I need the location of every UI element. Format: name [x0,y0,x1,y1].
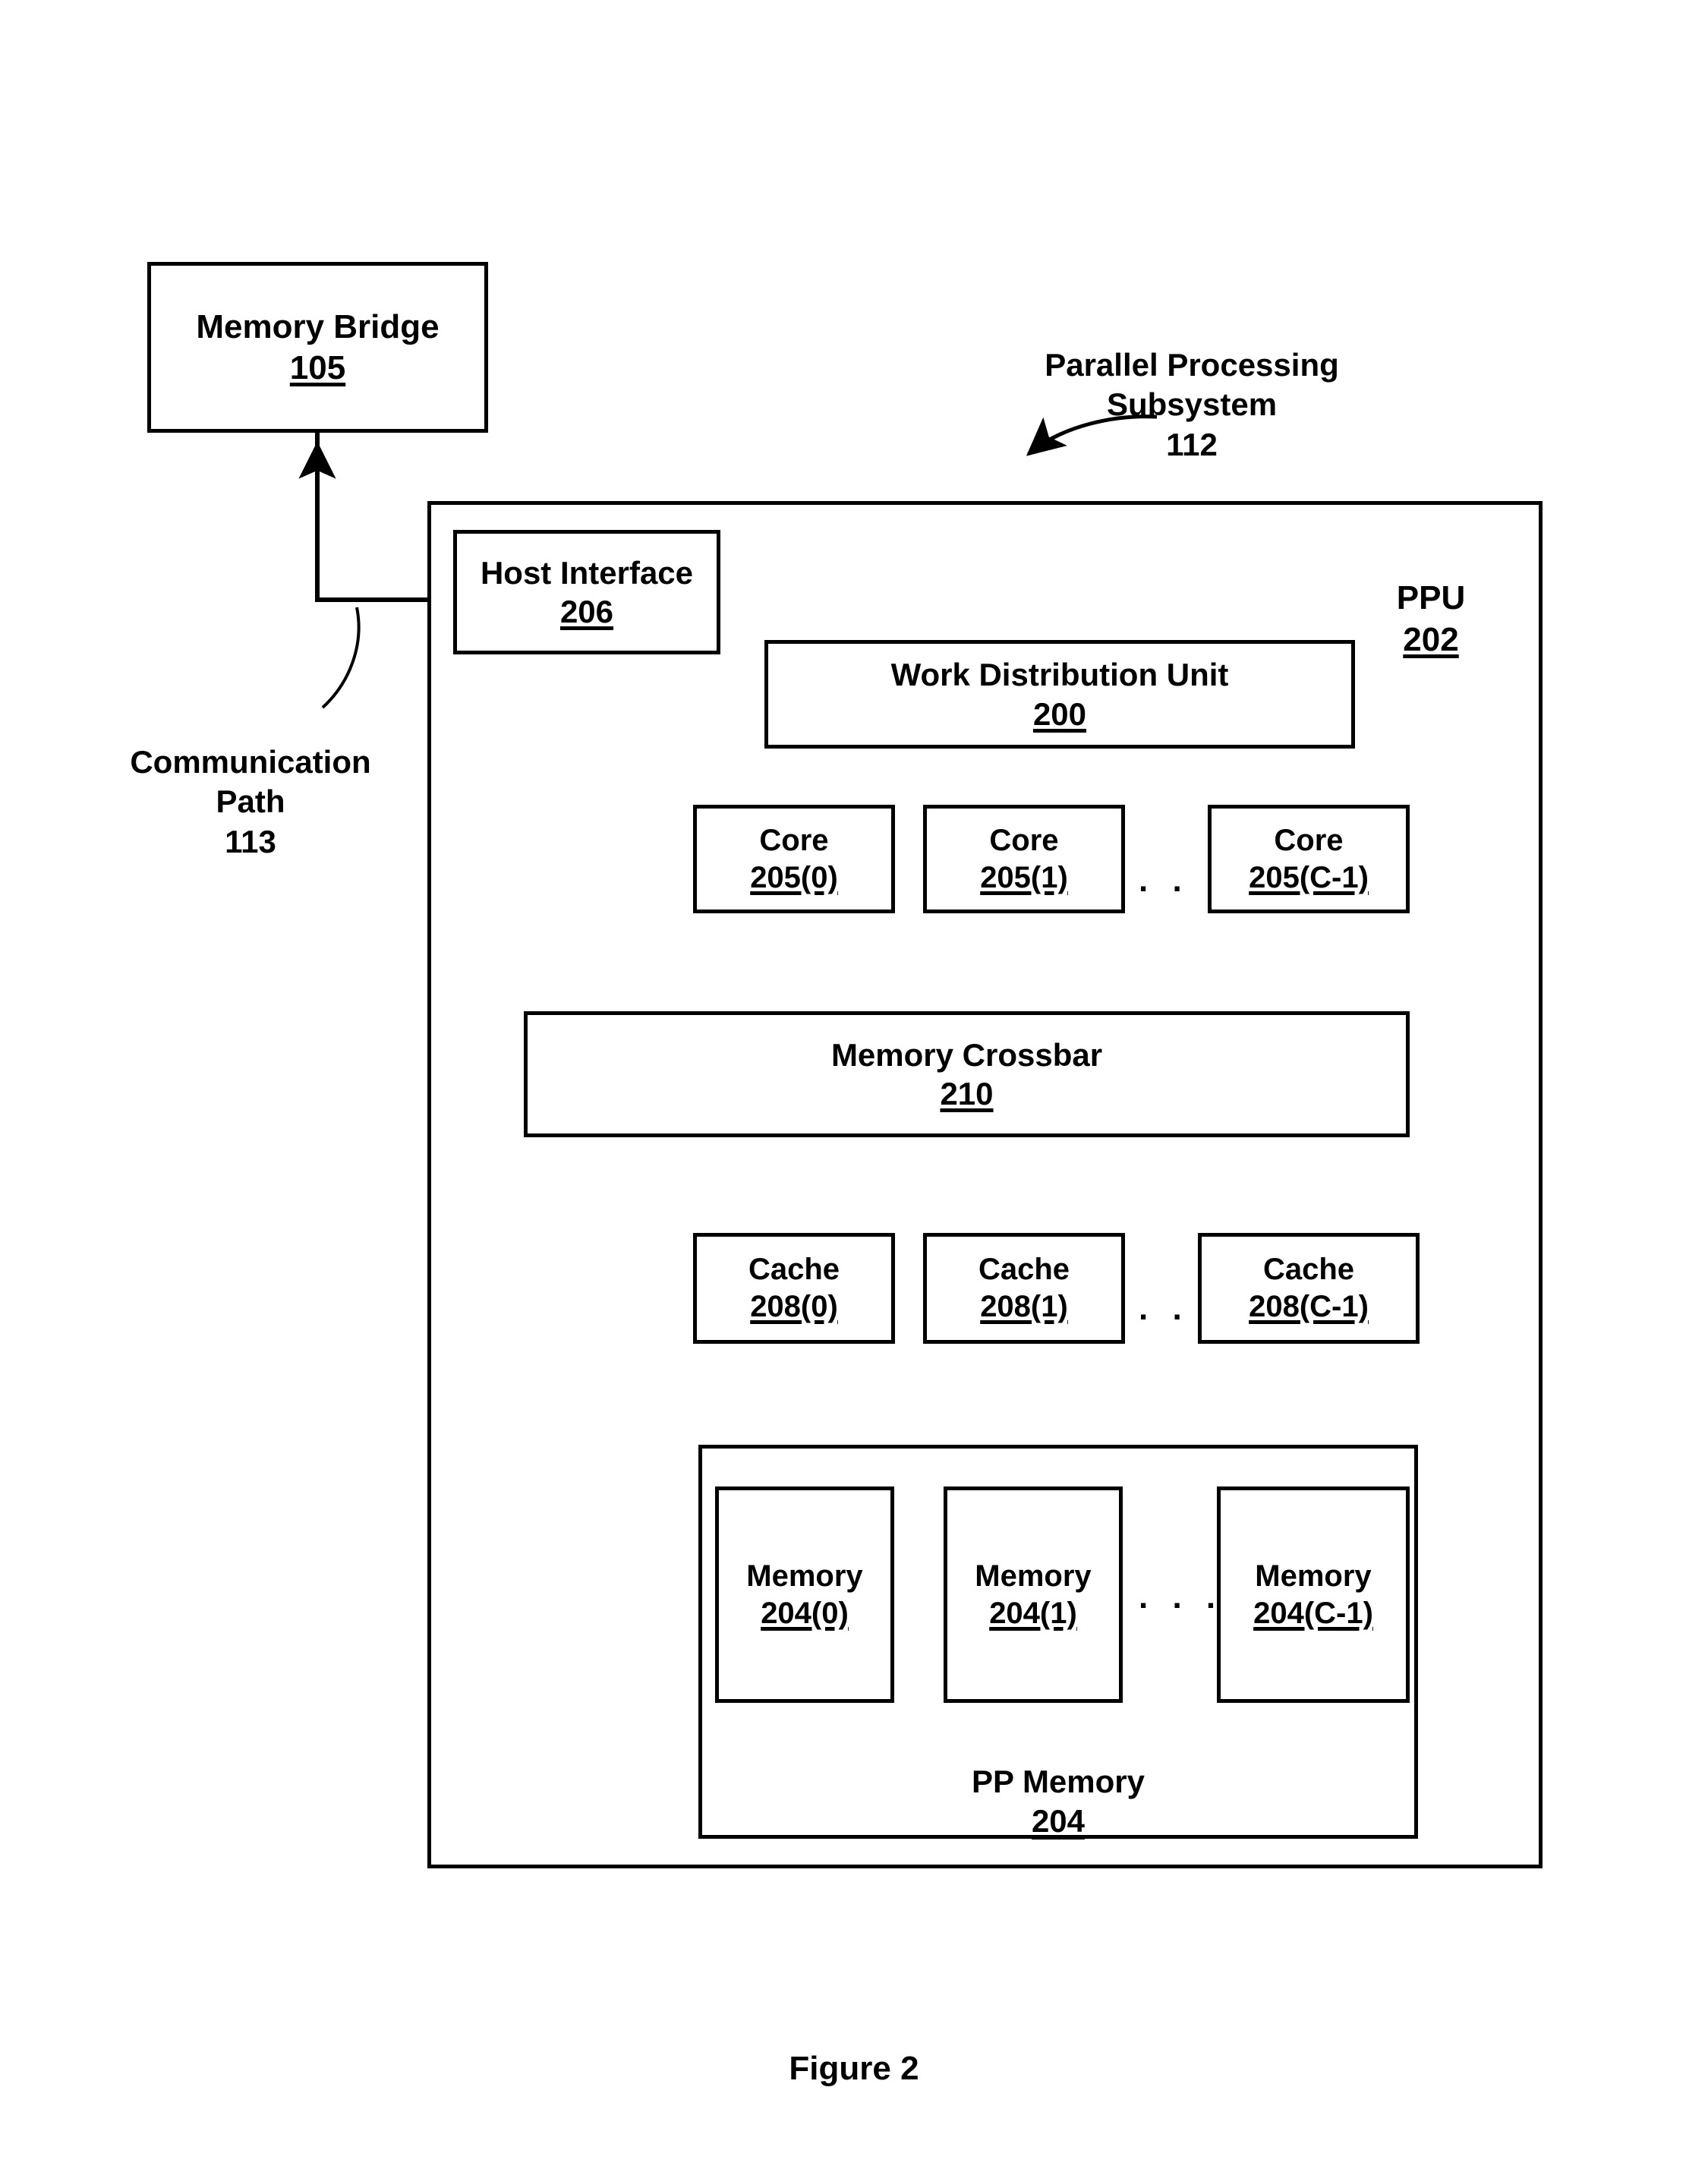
memory-0-number: 204(0) [761,1596,849,1630]
memory-bridge-title: Memory Bridge [196,307,440,345]
memory-0-title: Memory [746,1559,863,1593]
cache-last-title: Cache [1262,1253,1355,1287]
wdu-number: 200 [1032,695,1087,732]
memory-bridge-number: 105 [289,348,346,386]
core-block-0[interactable]: Core 205(0) [693,805,895,913]
patent-figure-page: Memory Bridge 105 Parallel Processing Su… [0,0,1708,2169]
pp-memory-title: PP Memory [972,1763,1145,1799]
memory-last-number: 204(C-1) [1253,1596,1373,1630]
cache-1-number: 208(1) [980,1290,1068,1323]
core-last-number: 205(C-1) [1249,860,1369,894]
memory-1-title: Memory [975,1559,1092,1593]
host-interface-title: Host Interface [480,554,694,591]
cache-block-0[interactable]: Cache 208(0) [693,1233,895,1344]
memory-block-last[interactable]: Memory 204(C-1) [1217,1486,1410,1703]
pps-label-line1: Parallel Processing [1045,346,1339,383]
pp-memory-label: PP Memory 204 [906,1722,1210,1842]
communication-path-label: Communication Path 113 [106,702,395,862]
memory-last-title: Memory [1255,1559,1372,1593]
communication-path-line1: Communication [130,743,371,780]
cache-0-number: 208(0) [750,1290,838,1323]
core-block-last[interactable]: Core 205(C-1) [1208,805,1410,913]
core-0-title: Core [759,823,829,857]
cache-1-title: Cache [978,1253,1070,1287]
host-interface-number: 206 [559,594,614,629]
pps-label-number: 112 [1166,426,1218,462]
pps-label-line2: Subsystem [1106,386,1278,422]
communication-path-line2: Path [216,783,285,819]
work-distribution-unit-block[interactable]: Work Distribution Unit 200 [764,640,1355,749]
memory-bridge-block[interactable]: Memory Bridge 105 [147,262,488,433]
memory-row-ellipsis: . . . [1139,1578,1224,1616]
memory-crossbar-title: Memory Crossbar [830,1036,1103,1073]
core-last-title: Core [1274,823,1344,857]
wdu-title: Work Distribution Unit [890,657,1229,693]
parallel-processing-subsystem-label: Parallel Processing Subsystem 112 [1010,305,1374,465]
memory-crossbar-block[interactable]: Memory Crossbar 210 [524,1011,1410,1137]
ppu-label-number: 202 [1403,621,1459,658]
cache-block-last[interactable]: Cache 208(C-1) [1198,1233,1420,1344]
ppu-label-title: PPU [1396,579,1466,616]
ppu-label: PPU 202 [1359,535,1503,660]
figure-caption: Figure 2 [789,2050,919,2087]
communication-path-number: 113 [225,823,276,859]
core-1-number: 205(1) [980,860,1068,894]
memory-block-1[interactable]: Memory 204(1) [944,1486,1123,1703]
cache-last-number: 208(C-1) [1249,1290,1369,1323]
cache-0-title: Cache [748,1253,840,1287]
host-interface-block[interactable]: Host Interface 206 [453,530,720,654]
pp-memory-number: 204 [1031,1803,1086,1839]
cache-block-1[interactable]: Cache 208(1) [923,1233,1125,1344]
memory-block-0[interactable]: Memory 204(0) [715,1486,894,1703]
core-0-number: 205(0) [750,860,838,894]
memory-crossbar-number: 210 [940,1076,994,1111]
core-block-1[interactable]: Core 205(1) [923,805,1125,913]
memory-1-number: 204(1) [989,1596,1077,1630]
core-1-title: Core [989,823,1059,857]
